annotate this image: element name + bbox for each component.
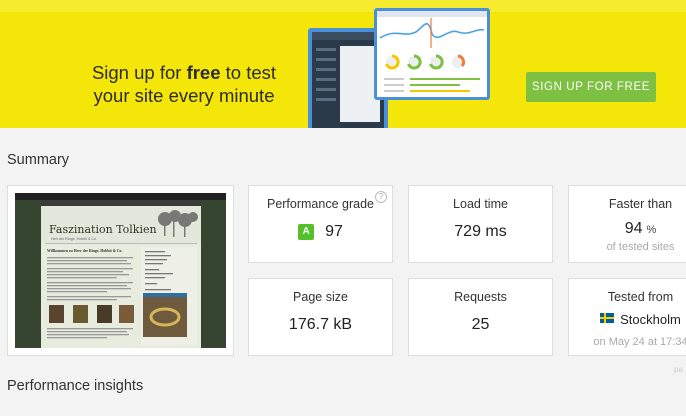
banner-line1-post: to test [220, 62, 277, 83]
tested-from-card: Tested from Stockholm on May 24 at 17:34 [568, 278, 686, 356]
performance-grade-card: ? Performance grade A 97 [248, 185, 393, 263]
requests-label: Requests [454, 290, 507, 304]
page-size-value: 176.7 kB [288, 316, 353, 333]
partial-link-text: pa [674, 365, 683, 374]
summary-heading: Summary [7, 152, 70, 168]
site-screenshot-card[interactable]: Faszination Tolkien Herr der Ringe, Hobb… [7, 185, 234, 356]
load-time-label: Load time [453, 197, 508, 211]
requests-card: Requests 25 [408, 278, 553, 356]
thumb-site-subtitle: Herr der Ringe, Hobbit & Co. [51, 237, 97, 241]
site-screenshot: Faszination Tolkien Herr der Ringe, Hobb… [15, 193, 226, 348]
tested-from-label: Tested from [607, 290, 674, 304]
faster-than-label: Faster than [608, 197, 673, 211]
banner-line2: your site every minute [93, 85, 275, 106]
signup-banner: Sign up for free to test your site every… [0, 0, 686, 128]
faster-than-value: 94% [569, 220, 686, 238]
signup-free-button[interactable]: SIGN UP FOR FREE [526, 72, 656, 102]
sweden-flag-icon [600, 313, 615, 323]
faster-than-sub: of tested sites [606, 241, 675, 253]
requests-value: 25 [471, 316, 490, 333]
performance-insights-heading: Performance insights [7, 378, 144, 394]
tested-from-date: on May 24 at 17:34 [593, 336, 686, 348]
banner-line1-pre: Sign up for [91, 62, 187, 83]
tested-from-location: Stockholm [569, 312, 686, 327]
load-time-card: Load time 729 ms [408, 185, 553, 263]
faster-than-card: Faster than 94% of tested sites [568, 185, 686, 263]
performance-grade-value: A 97 [249, 223, 392, 241]
page-size-label: Page size [293, 290, 348, 304]
thumb-site-title: Faszination Tolkien [49, 223, 157, 236]
faster-than-unit: % [646, 224, 657, 236]
performance-grade-label: Performance grade [266, 197, 374, 211]
performance-score: 97 [325, 223, 343, 240]
thumb-heading: Willkommen zu Herr der Ringe, Hobbit & C… [47, 249, 122, 253]
laptop-illustration [308, 8, 490, 128]
banner-headline: Sign up for free to test your site every… [84, 61, 284, 107]
grade-badge: A [298, 224, 315, 240]
banner-free-emphasis: free [186, 62, 221, 83]
page-size-card: Page size 176.7 kB [248, 278, 393, 356]
faster-than-number: 94 [624, 220, 643, 237]
tested-from-city: Stockholm [620, 312, 681, 327]
load-time-value: 729 ms [454, 223, 507, 240]
site-screenshot-image: Faszination Tolkien Herr der Ringe, Hobb… [15, 193, 226, 348]
